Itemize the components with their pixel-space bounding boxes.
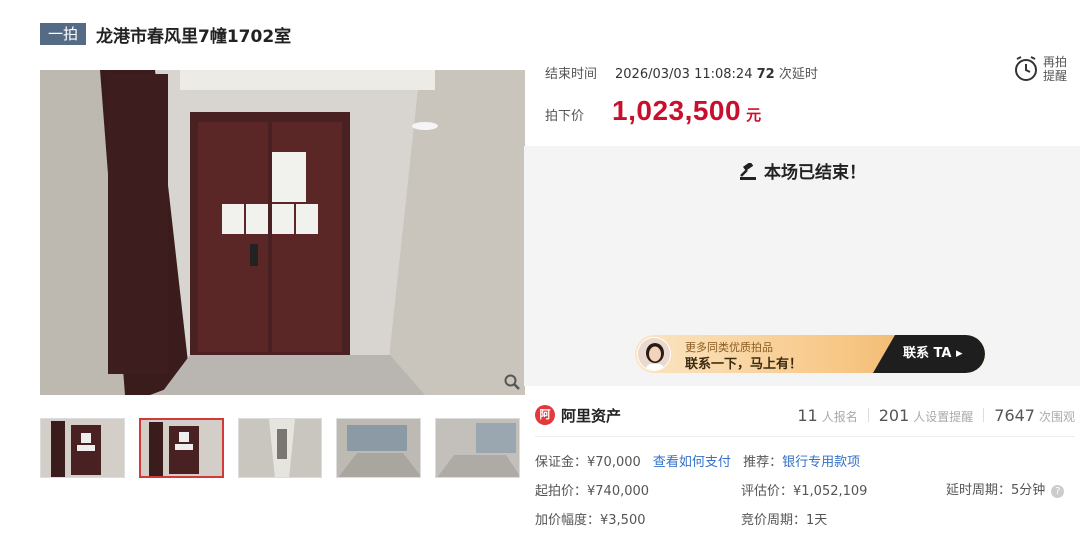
reauction-reminder-button[interactable]: 再拍 提醒	[1013, 55, 1073, 83]
valuation-price: 评估价：¥1,052,109	[741, 484, 868, 499]
recommend-label: 推荐：	[743, 455, 783, 470]
final-price-value: 1,023,500	[612, 95, 742, 126]
agent-avatar-image	[638, 338, 670, 370]
door-photo-image	[40, 70, 525, 395]
auction-stats: 11 人报名 201 人设置提醒 7647 次围观	[797, 406, 1075, 425]
help-icon[interactable]: ?	[1051, 485, 1065, 498]
provider-name[interactable]: 阿里资产	[561, 405, 621, 426]
how-to-pay-link[interactable]: 查看如何支付	[653, 455, 731, 470]
thumbnail-1[interactable]	[40, 418, 125, 478]
gavel-icon	[740, 161, 756, 180]
reminder-label: 人设置提醒	[913, 409, 974, 424]
auction-type-badge: 一拍	[40, 23, 87, 45]
alarm-clock-icon	[1015, 56, 1037, 81]
delay-label: 次延时	[778, 67, 818, 82]
bid-period: 竞价周期：1天	[741, 513, 828, 528]
final-price-row: 拍下价 1,023,500 元	[545, 95, 761, 127]
end-time-row: 结束时间 2026/03/03 11:08:24 72 次延时	[545, 63, 818, 82]
thumbnail-strip	[40, 418, 521, 480]
bank-account-link[interactable]: 银行专用款项	[782, 455, 860, 470]
final-price-label: 拍下价	[545, 109, 585, 124]
start-price: 起拍价：¥740,000	[535, 484, 650, 499]
thumbnail-2[interactable]	[138, 418, 224, 478]
banner-headline: 联系一下，马上有！	[685, 357, 803, 372]
thumbnail-image	[140, 420, 222, 476]
thumbnail-5[interactable]	[435, 418, 521, 478]
deposit-value: 保证金：¥70,000	[535, 455, 641, 470]
main-photo[interactable]	[40, 70, 525, 395]
contact-ta-button[interactable]: 联系 TA ▸	[873, 335, 985, 373]
delay-count: 72	[756, 67, 775, 82]
end-time-value: 2026/03/03 11:08:24	[615, 67, 753, 82]
ali-assets-logo-icon: 阿	[535, 405, 555, 425]
view-count: 7647	[994, 405, 1035, 425]
registered-label: 人报名	[821, 409, 858, 424]
thumbnail-4[interactable]	[336, 418, 422, 478]
bid-increment: 加价幅度：¥3,500	[535, 513, 646, 528]
page-title: 龙港市春风里7幢1702室	[96, 26, 292, 47]
thumbnail-image	[238, 419, 322, 477]
divider	[535, 436, 1075, 437]
final-price-unit: 元	[746, 106, 762, 124]
deposit-row: 保证金：¥70,000 查看如何支付 推荐：银行专用款项	[535, 451, 860, 470]
thumbnail-3[interactable]	[237, 418, 323, 478]
end-time-label: 结束时间	[545, 67, 598, 82]
zoom-icon[interactable]	[503, 373, 521, 391]
agent-avatar	[637, 337, 671, 371]
reminder-label-line2: 提醒	[1043, 69, 1068, 83]
title-row: 一拍 龙港市春风里7幢1702室	[40, 22, 292, 47]
reminder-count: 201	[878, 405, 910, 425]
delay-period: 延时周期：5分钟	[946, 483, 1046, 498]
provider-row: 阿 阿里资产 11 人报名 201 人设置提醒 7647 次围观	[535, 402, 1075, 428]
thumbnail-image	[41, 419, 124, 477]
auction-ended-text: 本场已结束！	[764, 163, 866, 183]
auction-ended-message: 本场已结束！	[524, 158, 1080, 183]
thumbnail-image	[337, 419, 421, 477]
delay-period-row: 延时周期：5分钟?	[946, 479, 1065, 498]
view-label: 次围观	[1038, 409, 1075, 424]
reminder-label-line1: 再拍	[1043, 55, 1068, 69]
thumbnail-image	[436, 419, 520, 477]
registered-count: 11	[797, 405, 818, 425]
contact-promo-banner[interactable]: 更多同类优质拍品 联系一下，马上有！ 联系 TA ▸	[635, 335, 985, 373]
